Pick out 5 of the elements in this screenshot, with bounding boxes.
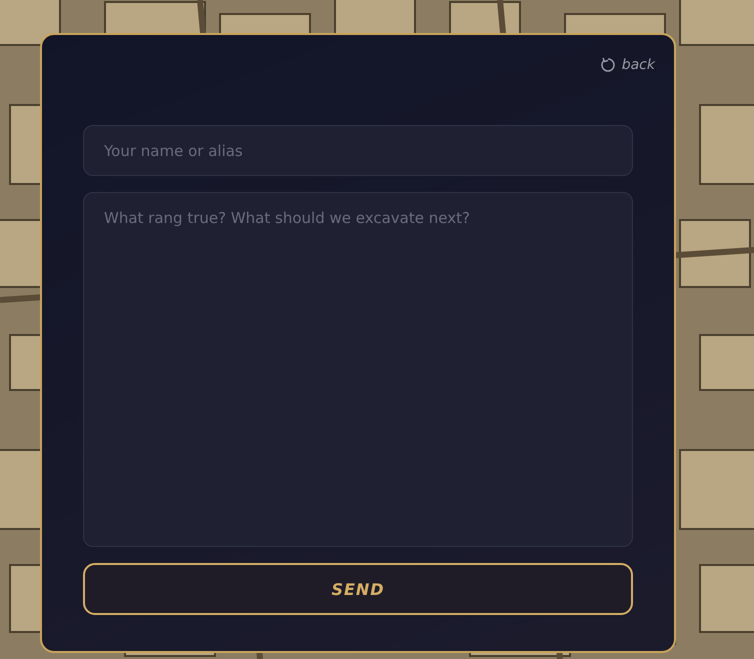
back-link[interactable]: back <box>600 53 655 77</box>
send-button[interactable]: SEND <box>83 563 633 615</box>
name-field[interactable]: Your name or alias <box>83 125 633 176</box>
message-field[interactable]: What rang true? What should we excavate next? <box>83 192 633 547</box>
refresh-icon <box>600 57 616 73</box>
